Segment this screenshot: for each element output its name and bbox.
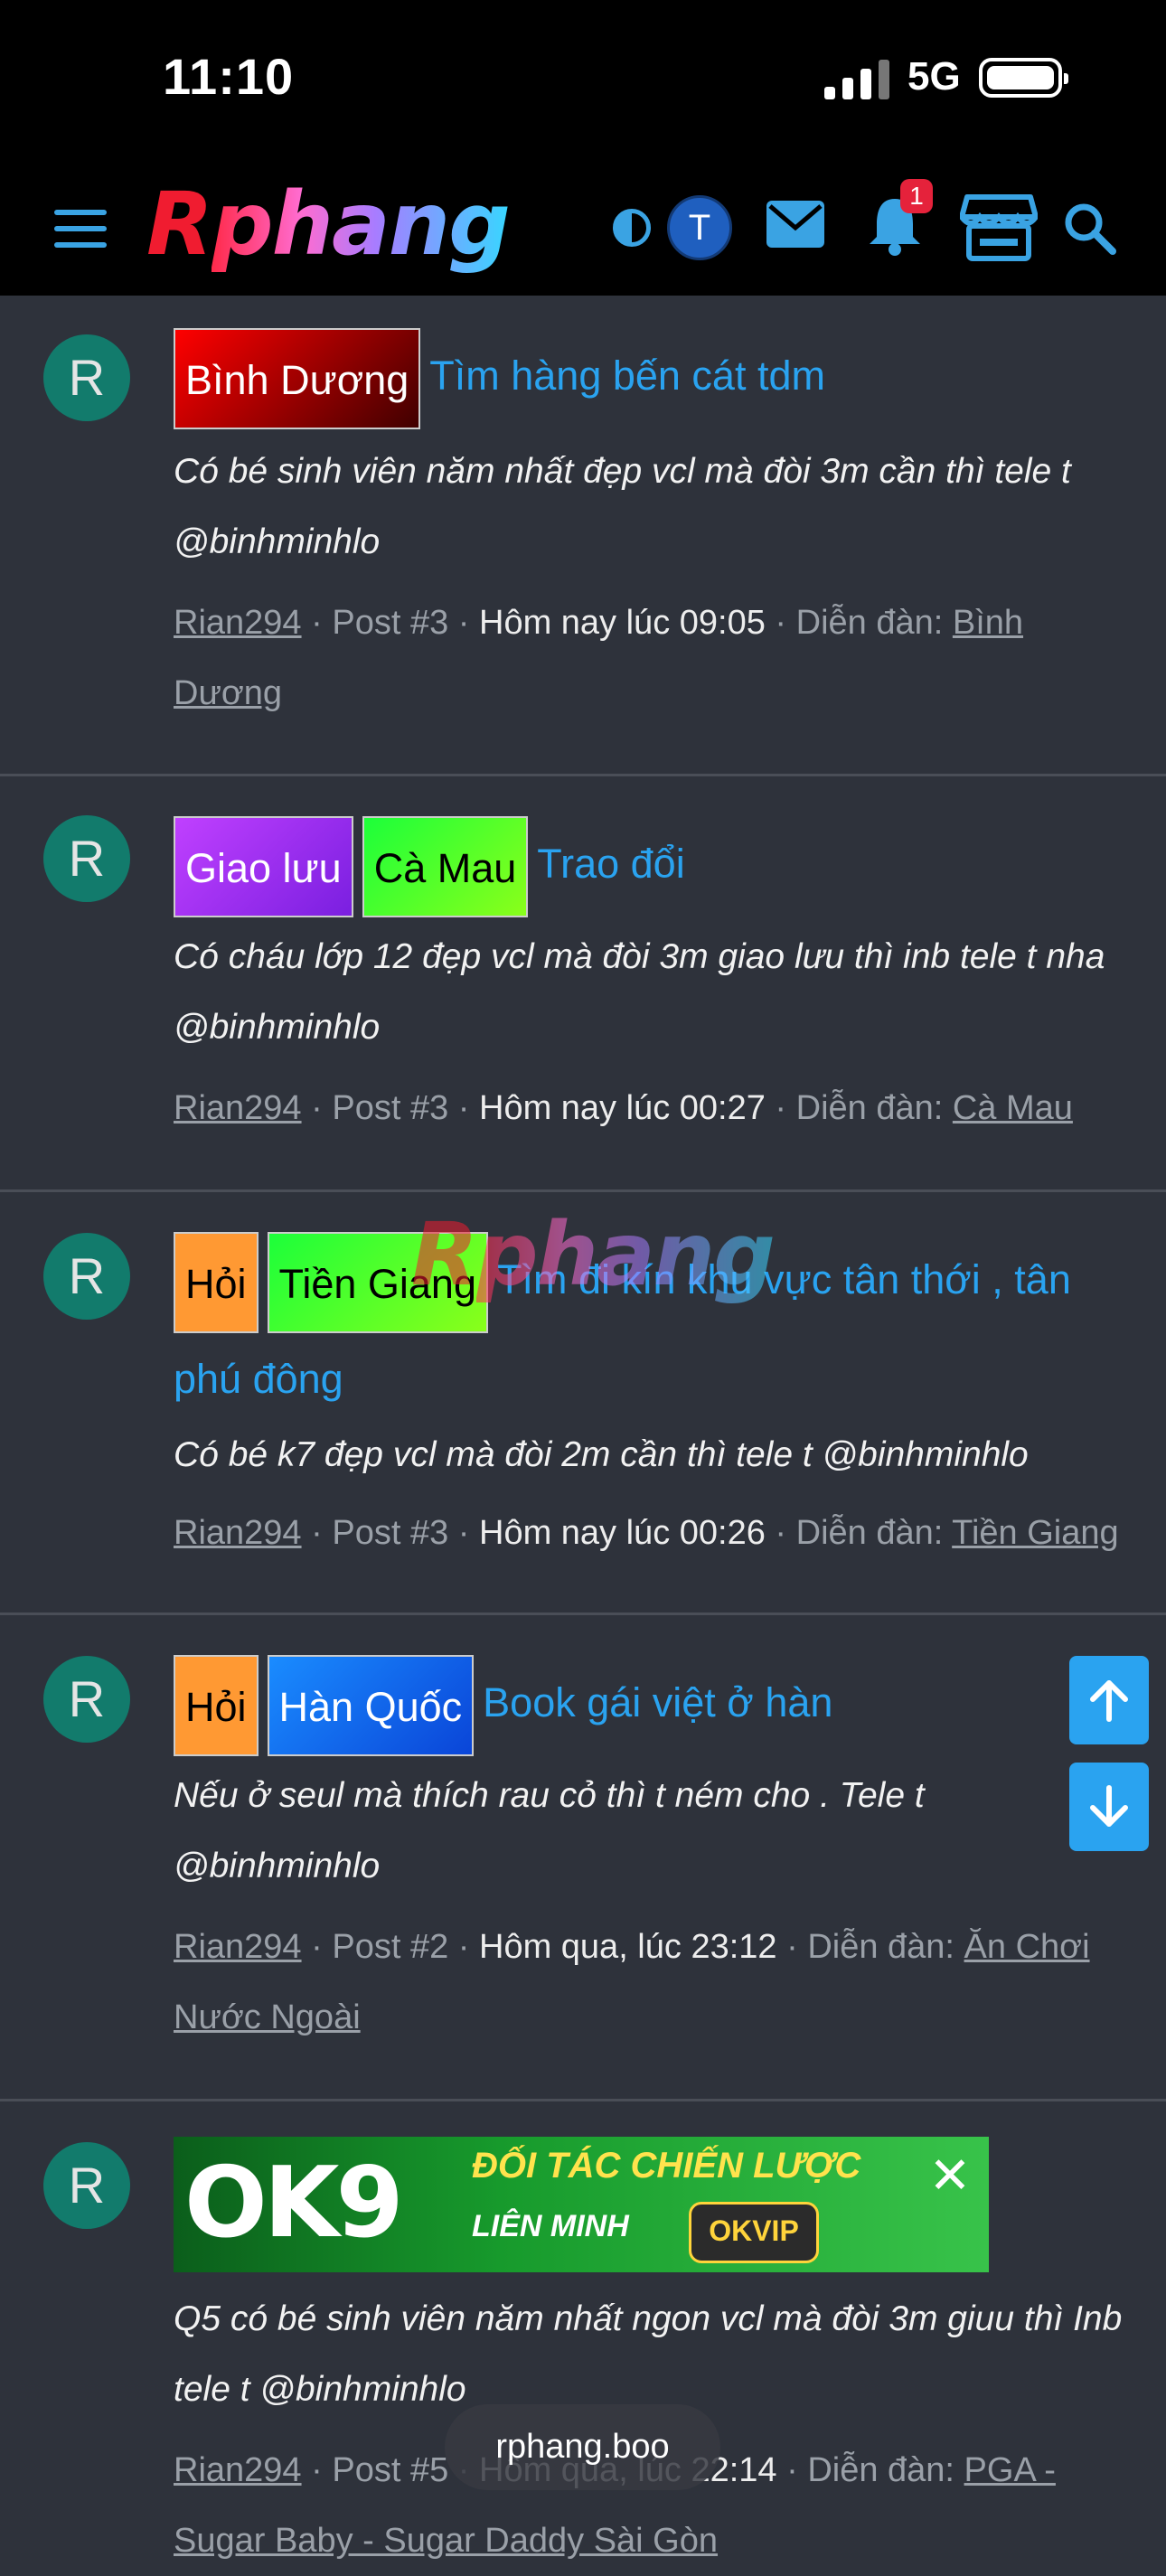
prefix-tag[interactable]: Hỏi <box>174 1655 259 1756</box>
notification-badge: 1 <box>900 179 933 213</box>
post-time: Hôm nay lúc 00:26 <box>479 1514 766 1552</box>
battery-icon <box>979 58 1068 98</box>
post-title[interactable]: Tìm hàng bến cát tdm <box>429 353 825 399</box>
post-number: Post #3 <box>332 1089 449 1127</box>
post-time: Hôm qua, lúc 23:12 <box>479 1928 777 1966</box>
post-snippet: Có bé k7 đẹp vcl mà đòi 2m cần thì tele … <box>174 1435 1029 1474</box>
post-title-line: Bình Dương Tìm hàng bến cát tdm <box>174 328 1132 429</box>
scroll-bottom-button[interactable] <box>1069 1763 1149 1851</box>
post-snippet: Có bé sinh viên năm nhất đẹp vcl mà đòi … <box>174 452 1071 561</box>
ad-partner-badge: OKVIP <box>689 2202 819 2263</box>
forum-label: Diễn đàn: <box>795 604 944 642</box>
post-number: Post #2 <box>332 1928 449 1966</box>
status-time: 11:10 <box>163 48 295 105</box>
arrow-up-icon <box>1090 1680 1128 1722</box>
mail-icon[interactable] <box>766 201 824 248</box>
ad-banner[interactable]: OK9 ĐỐI TÁC CHIẾN LƯỢC LIÊN MINH OKVIP ✕ <box>174 2137 989 2272</box>
post-item[interactable]: R Giao lưu Cà Mau Trao đổi Có cháu lớp 12 … <box>0 776 1166 1192</box>
post-avatar[interactable]: R <box>43 2142 130 2229</box>
forum-label: Diễn đàn: <box>807 2451 954 2489</box>
post-title[interactable]: Trao đổi <box>537 841 684 887</box>
ad-subline: LIÊN MINH <box>472 2209 629 2243</box>
prefix-tag[interactable]: Cà Mau <box>362 816 529 917</box>
author-link[interactable]: Rian294 <box>174 1514 302 1552</box>
arrow-down-icon <box>1090 1785 1128 1827</box>
post-meta: Rian294 · Post #3 · Hôm nay lúc 09:05 · … <box>174 604 1024 712</box>
store-icon[interactable] <box>960 192 1038 262</box>
prefix-tag[interactable]: Bình Dương <box>174 328 421 429</box>
forum-link[interactable]: Tiền Giang <box>952 1514 1118 1552</box>
post-number: Post #5 <box>332 2451 449 2489</box>
ad-brand-logo: OK9 <box>184 2147 404 2260</box>
author-link[interactable]: Rian294 <box>174 1928 302 1966</box>
site-logo[interactable]: Rphang <box>146 181 511 268</box>
forum-label: Diễn đàn: <box>807 1928 954 1966</box>
close-icon[interactable]: ✕ <box>924 2149 976 2202</box>
post-avatar[interactable]: R <box>43 334 130 421</box>
post-meta: Rian294 · Post #3 · Hôm nay lúc 00:27 · … <box>174 1089 1073 1127</box>
post-time: Hôm nay lúc 00:27 <box>479 1089 766 1127</box>
post-title-line: Giao lưu Cà Mau Trao đổi <box>174 816 1132 917</box>
scroll-top-button[interactable] <box>1069 1656 1149 1744</box>
post-time: Hôm nay lúc 09:05 <box>479 604 766 642</box>
post-number: Post #3 <box>332 1514 449 1552</box>
watermark-logo: Rphang <box>411 1204 776 1305</box>
post-avatar[interactable]: R <box>43 1233 130 1320</box>
post-snippet: Có cháu lớp 12 đẹp vcl mà đòi 3m giao lư… <box>174 937 1105 1047</box>
network-label: 5G <box>907 54 961 99</box>
prefix-tag[interactable]: Hàn Quốc <box>267 1655 475 1756</box>
post-title[interactable]: Book gái việt ở hàn <box>483 1679 832 1725</box>
post-meta: Rian294 · Post #3 · Hôm nay lúc 00:26 · … <box>174 1514 1119 1552</box>
post-avatar[interactable]: R <box>43 1656 130 1743</box>
post-item[interactable]: R Bình Dương Tìm hàng bến cát tdm Có bé s… <box>0 296 1166 776</box>
author-link[interactable]: Rian294 <box>174 1089 302 1127</box>
author-link[interactable]: Rian294 <box>174 2451 302 2489</box>
prefix-tag[interactable]: Hỏi <box>174 1232 259 1333</box>
post-meta: Rian294 · Post #2 · Hôm qua, lúc 23:12 ·… <box>174 1928 1090 2036</box>
user-avatar[interactable]: T <box>667 195 732 260</box>
post-title-line: Hỏi Hàn Quốc Book gái việt ở hàn <box>174 1655 1132 1756</box>
forum-label: Diễn đàn: <box>795 1089 944 1127</box>
forum-label: Diễn đàn: <box>795 1514 944 1552</box>
theme-toggle-icon[interactable] <box>613 209 651 247</box>
search-icon[interactable] <box>1062 201 1116 255</box>
author-link[interactable]: Rian294 <box>174 604 302 642</box>
post-avatar[interactable]: R <box>43 815 130 902</box>
forum-link[interactable]: Cà Mau <box>953 1089 1073 1127</box>
browser-url-pill[interactable]: rphang.boo <box>445 2404 720 2490</box>
status-bar: 11:10 5G <box>0 0 1166 167</box>
menu-icon[interactable] <box>54 210 107 248</box>
ad-headline: ĐỐI TÁC CHIẾN LƯỢC <box>472 2146 861 2186</box>
post-item[interactable]: R Hỏi Hàn Quốc Book gái việt ở hàn Nếu ở s… <box>0 1614 1166 2101</box>
prefix-tag[interactable]: Giao lưu <box>174 816 353 917</box>
post-snippet: Nếu ở seul mà thích rau cỏ thì t ném cho… <box>174 1776 925 1885</box>
signal-icon <box>824 60 889 99</box>
post-number: Post #3 <box>332 604 449 642</box>
